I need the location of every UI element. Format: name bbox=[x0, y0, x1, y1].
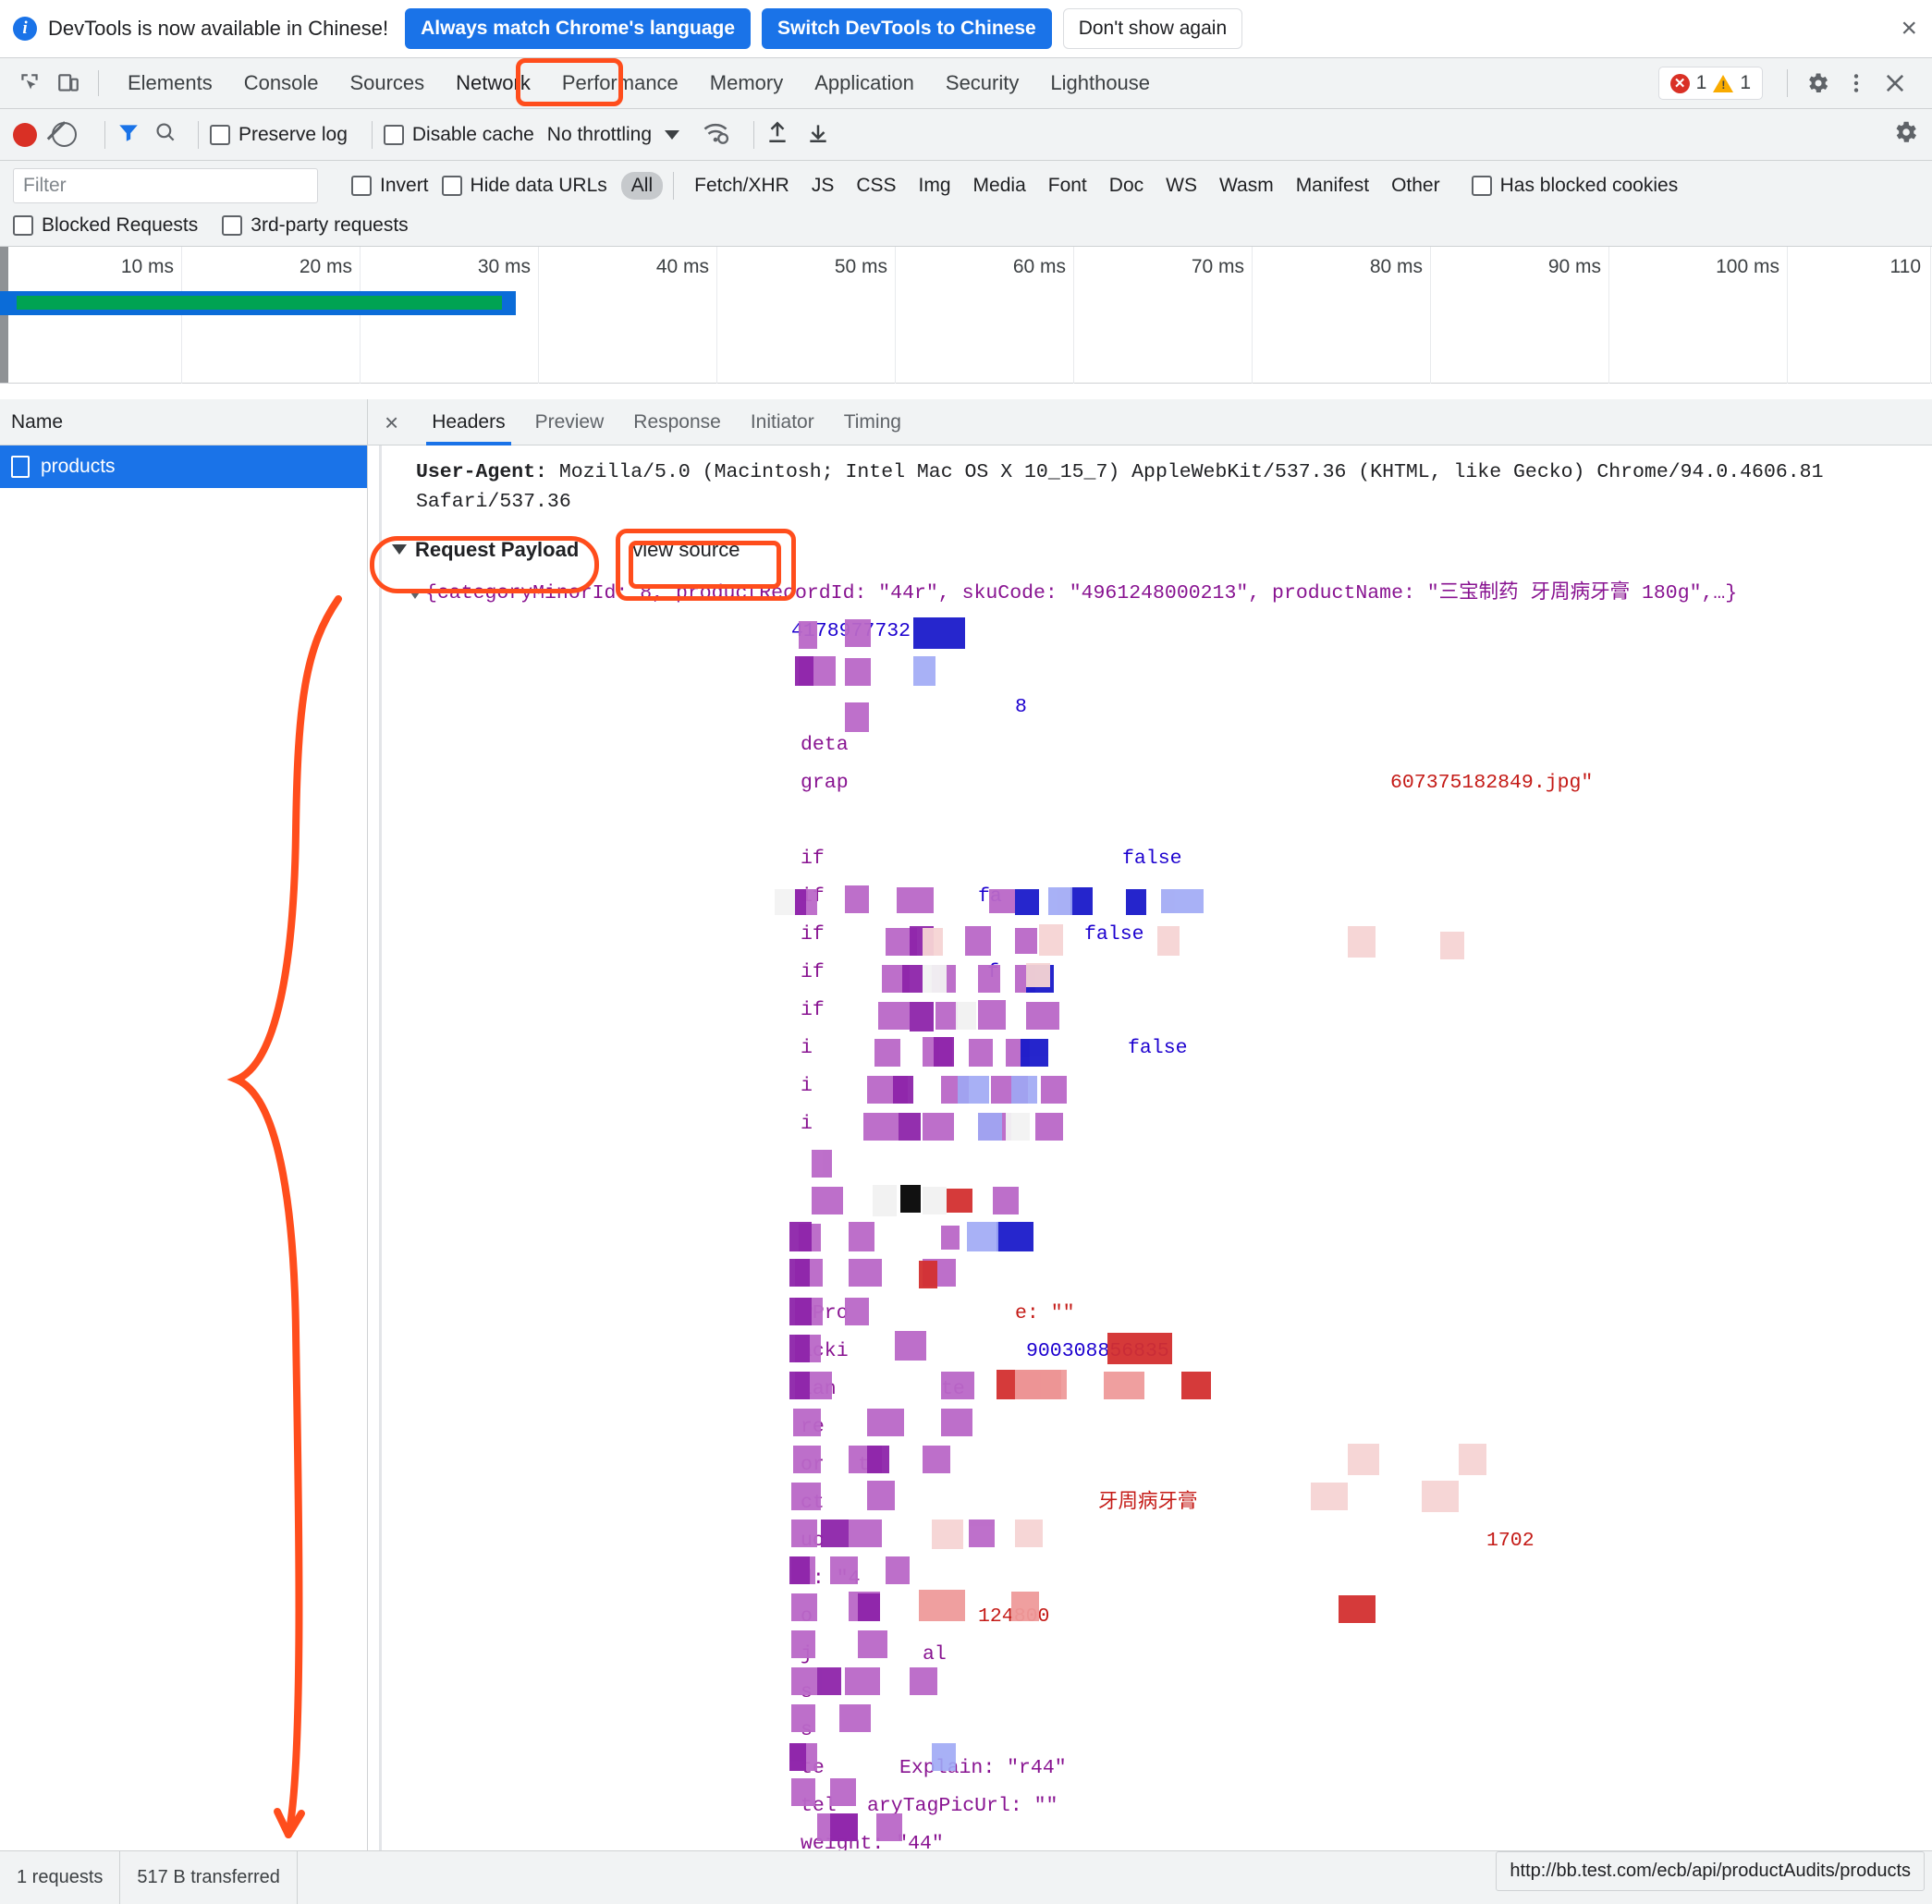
devtools-window: i DevTools is now available in Chinese! … bbox=[0, 0, 1932, 1904]
curly-brace-annotation bbox=[226, 595, 342, 1838]
